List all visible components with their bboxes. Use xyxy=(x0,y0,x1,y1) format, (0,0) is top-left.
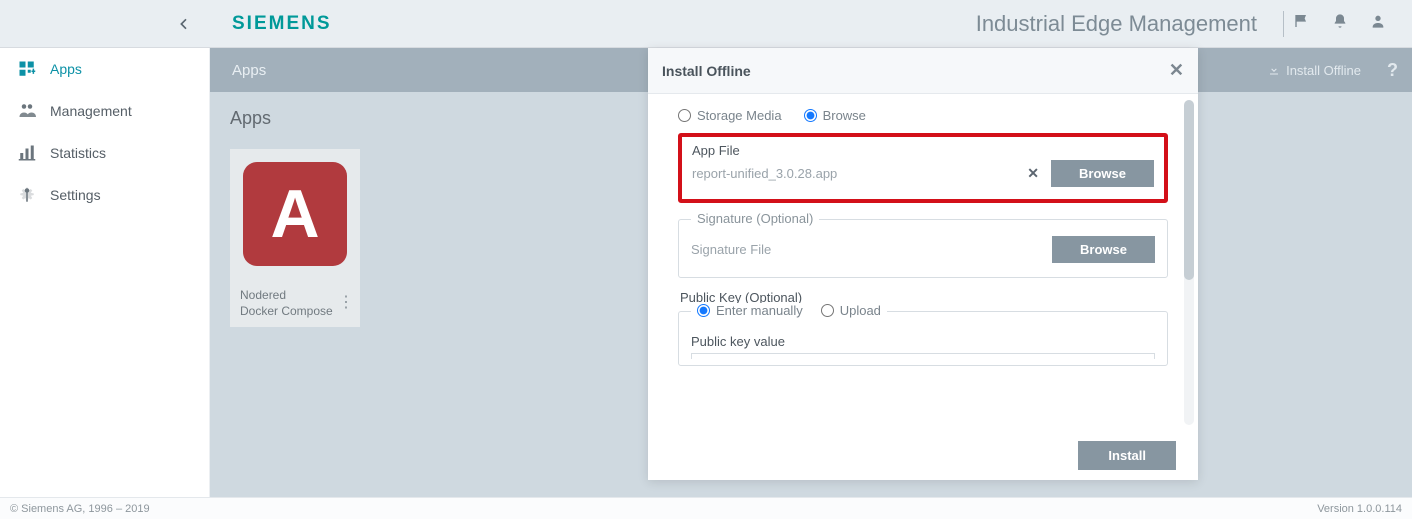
browse-app-file-button[interactable]: Browse xyxy=(1051,160,1154,187)
sidebar-item-label: Apps xyxy=(50,61,82,77)
sidebar-item-apps[interactable]: Apps xyxy=(0,48,209,90)
footer: © Siemens AG, 1996 – 2019 Version 1.0.0.… xyxy=(0,497,1412,519)
management-icon xyxy=(18,102,36,120)
sidebar-header xyxy=(0,12,210,36)
sidebar-item-label: Statistics xyxy=(50,145,106,161)
browse-signature-button[interactable]: Browse xyxy=(1052,236,1155,263)
apps-icon xyxy=(18,60,36,78)
user-icon[interactable] xyxy=(1370,13,1386,34)
app-file-name: report-unified_3.0.28.app xyxy=(692,164,1015,183)
modal-scrollbar[interactable] xyxy=(1184,100,1194,425)
app-subtitle: Docker Compose xyxy=(240,303,354,319)
flag-icon[interactable] xyxy=(1294,13,1310,34)
help-button[interactable]: ? xyxy=(1373,60,1412,81)
install-offline-button[interactable]: Install Offline xyxy=(1256,63,1373,78)
radio-enter-manually-input[interactable] xyxy=(697,304,710,317)
app-tile: A xyxy=(230,149,360,279)
radio-enter-manually[interactable]: Enter manually xyxy=(697,303,803,318)
app-card-menu-button[interactable]: ⋮ xyxy=(338,292,354,314)
app-card[interactable]: A Nodered Docker Compose ⋮ xyxy=(230,149,360,327)
public-key-textarea[interactable] xyxy=(691,353,1155,359)
modal-header: Install Offline ✕ xyxy=(648,48,1198,94)
modal-body: Storage Media Browse App File report-uni… xyxy=(648,94,1198,431)
page-title: Industrial Edge Management xyxy=(976,11,1273,37)
radio-browse-input[interactable] xyxy=(804,109,817,122)
radio-upload-label: Upload xyxy=(840,303,881,318)
apps-panel: Apps A Nodered Docker Compose ⋮ xyxy=(210,92,434,497)
app-meta: Nodered Docker Compose ⋮ xyxy=(230,279,360,327)
radio-upload-input[interactable] xyxy=(821,304,834,317)
bell-icon[interactable] xyxy=(1332,13,1348,34)
clear-app-file-button[interactable]: ✕ xyxy=(1023,165,1043,182)
signature-fieldset: Signature (Optional) Signature File Brow… xyxy=(678,219,1168,278)
modal-title: Install Offline xyxy=(662,63,751,79)
brand-logo: SIEMENS xyxy=(210,13,332,35)
signature-legend: Signature (Optional) xyxy=(691,211,819,226)
install-button[interactable]: Install xyxy=(1078,441,1176,470)
sidebar-item-label: Settings xyxy=(50,187,101,203)
signature-file-label: Signature File xyxy=(691,242,771,257)
radio-browse-label: Browse xyxy=(823,108,866,123)
install-offline-label: Install Offline xyxy=(1286,63,1361,78)
modal-footer: Install xyxy=(648,431,1198,480)
radio-storage-media-label: Storage Media xyxy=(697,108,782,123)
modal-close-button[interactable]: ✕ xyxy=(1169,60,1184,81)
main-area: Apps Install Offline ? Apps A No xyxy=(210,48,1412,497)
radio-browse[interactable]: Browse xyxy=(804,108,866,123)
radio-enter-manually-label: Enter manually xyxy=(716,303,803,318)
public-key-fieldset: Enter manually Upload Public key value xyxy=(678,311,1168,366)
sidebar-item-management[interactable]: Management xyxy=(0,90,209,132)
app-file-group-highlighted: App File report-unified_3.0.28.app ✕ Bro… xyxy=(678,133,1168,203)
radio-storage-media-input[interactable] xyxy=(678,109,691,122)
install-offline-modal: Install Offline ✕ Storage Media Browse xyxy=(648,48,1198,480)
public-key-value-label: Public key value xyxy=(691,334,1155,349)
sidebar: Apps Management Statistics Settings xyxy=(0,48,210,497)
radio-upload[interactable]: Upload xyxy=(821,303,881,318)
sidebar-item-label: Management xyxy=(50,103,132,119)
sidebar-collapse-button[interactable] xyxy=(172,12,196,36)
app-file-label: App File xyxy=(692,143,1154,158)
header-divider xyxy=(1283,11,1284,37)
subheader-title: Apps xyxy=(210,62,266,79)
modal-scroll-thumb[interactable] xyxy=(1184,100,1194,280)
app-name: Nodered xyxy=(240,287,354,303)
app-header: SIEMENS Industrial Edge Management xyxy=(0,0,1412,48)
statistics-icon xyxy=(18,144,36,162)
sidebar-item-settings[interactable]: Settings xyxy=(0,174,209,216)
footer-version: Version 1.0.0.114 xyxy=(1317,503,1402,515)
footer-copyright: © Siemens AG, 1996 – 2019 xyxy=(10,503,150,515)
radio-storage-media[interactable]: Storage Media xyxy=(678,108,782,123)
source-radio-group: Storage Media Browse xyxy=(678,108,1168,123)
download-icon xyxy=(1268,64,1280,76)
app-icon: A xyxy=(243,162,347,266)
sidebar-item-statistics[interactable]: Statistics xyxy=(0,132,209,174)
settings-icon xyxy=(18,186,36,204)
apps-heading: Apps xyxy=(230,108,434,129)
